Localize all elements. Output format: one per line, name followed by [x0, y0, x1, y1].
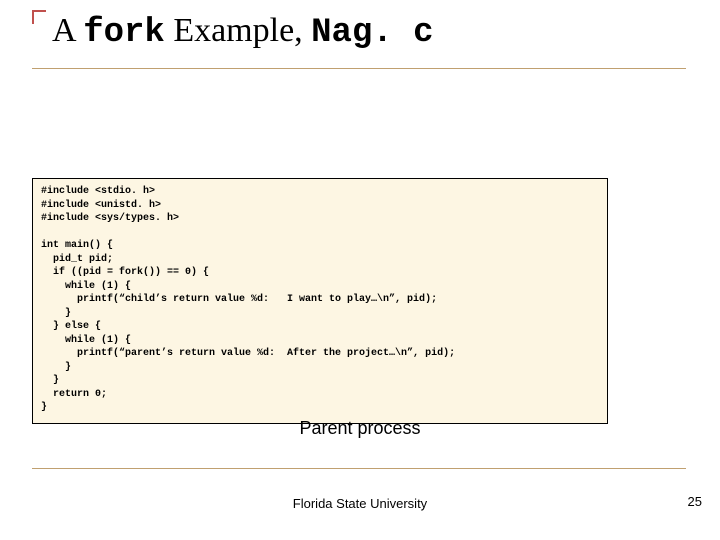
code-block: #include <stdio. h> #include <unistd. h>… — [32, 178, 608, 424]
title-text-a: A — [52, 12, 83, 49]
title-text-b: Example, — [165, 12, 311, 49]
title-divider — [32, 68, 686, 69]
title-code-fork: fork — [83, 14, 165, 52]
slide-title: A fork Example, Nag. c — [52, 12, 434, 52]
footer-divider — [32, 468, 686, 469]
corner-accent — [32, 10, 46, 24]
slide: A fork Example, Nag. c #include <stdio. … — [0, 0, 720, 540]
footer-text: Florida State University — [0, 496, 720, 511]
caption-text: Parent process — [0, 418, 720, 439]
title-code-file: Nag. c — [311, 14, 433, 52]
page-number: 25 — [688, 494, 702, 509]
